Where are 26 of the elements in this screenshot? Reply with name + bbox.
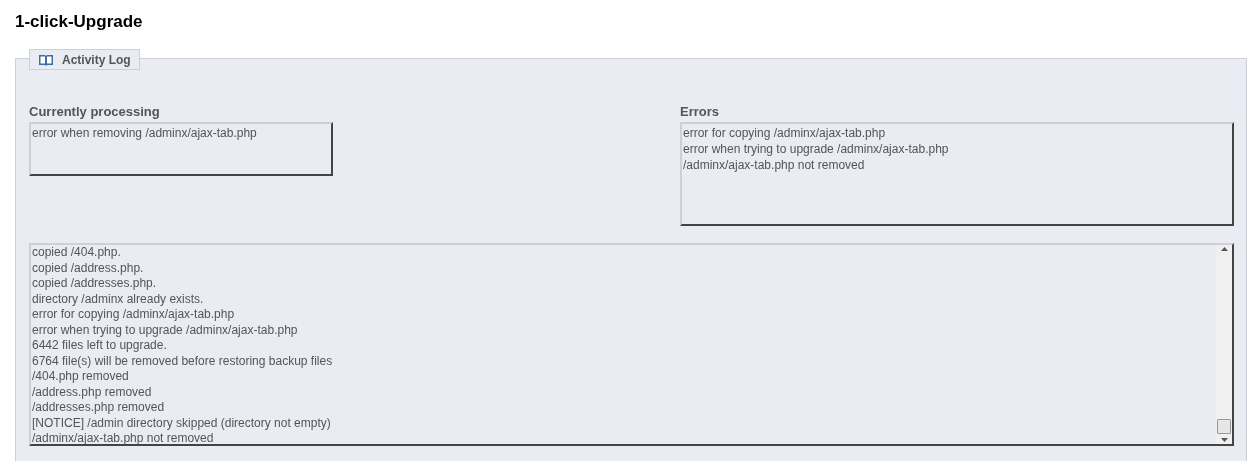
section-label: Currently processing xyxy=(29,104,160,120)
scroll-up-icon[interactable] xyxy=(1220,247,1228,251)
page-title: 1-click-Upgrade xyxy=(15,11,143,32)
log-line: 6764 file(s) will be removed before restoring backup files xyxy=(32,353,334,369)
section-label: Errors xyxy=(680,104,720,120)
log-line: error for copying /adminx/ajax-tab.php xyxy=(32,307,236,323)
log-line: directory /adminx already exists. xyxy=(32,291,205,307)
error-line: /adminx/ajax-tab.php not removed xyxy=(683,157,866,173)
legend-text: Activity Log xyxy=(62,51,131,69)
error-line: error when trying to upgrade /adminx/ajax-tab.php xyxy=(683,141,950,157)
scroll-thumb[interactable] xyxy=(1217,419,1231,434)
log-line: /addresses.php removed xyxy=(32,400,166,416)
scrollbar[interactable] xyxy=(1216,245,1232,444)
book-icon xyxy=(38,53,54,66)
error-line: error for copying /adminx/ajax-tab.php xyxy=(683,125,887,141)
log-line: copied /addresses.php. xyxy=(32,276,158,292)
log-line: [NOTICE] /admin directory skipped (directory not empty) xyxy=(32,415,332,431)
log-line: /404.php removed xyxy=(32,369,130,385)
scroll-down-icon[interactable] xyxy=(1220,438,1228,442)
log-line: copied /404.php. xyxy=(32,245,122,261)
log-line: /address.php removed xyxy=(32,384,153,400)
log-line: copied /address.php. xyxy=(32,260,145,276)
log-line: error when trying to upgrade /adminx/ajax-tab.php xyxy=(32,322,299,338)
log-line: /adminx/ajax-tab.php not removed xyxy=(32,431,215,444)
processing-line: error when removing /adminx/ajax-tab.php xyxy=(32,125,258,141)
log-line: 6442 files left to upgrade. xyxy=(32,338,168,354)
